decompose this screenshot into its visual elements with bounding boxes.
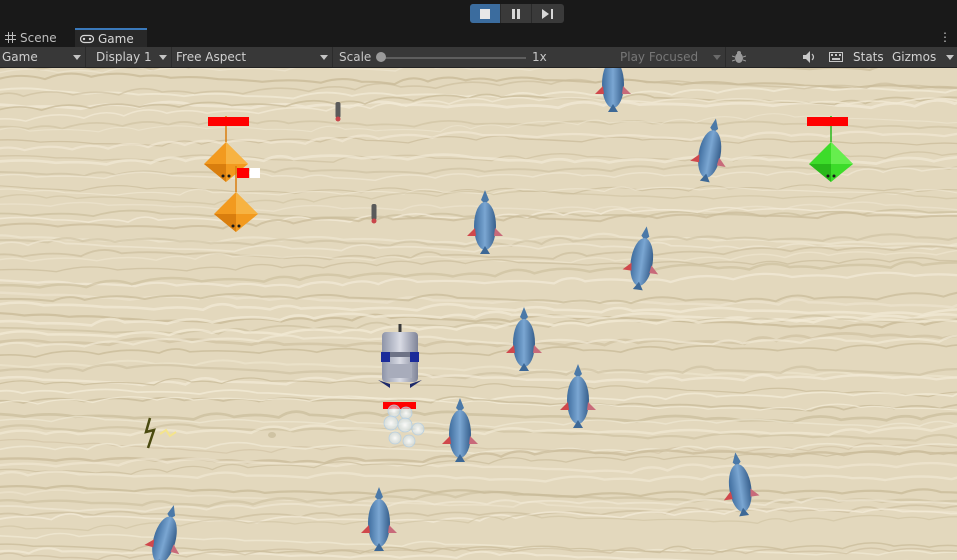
scale-slider-track[interactable] <box>380 57 526 59</box>
bug-icon <box>732 51 746 63</box>
scale-slider-handle[interactable] <box>376 52 386 62</box>
missile-projectile <box>371 204 377 224</box>
play-controls-bar <box>0 0 957 28</box>
speaker-icon <box>803 51 815 63</box>
game-view-toolbar: Game Display 1 Free Aspect Scale 1x Play… <box>0 47 957 68</box>
display-dropdown[interactable]: Display 1 <box>94 47 172 67</box>
step-icon <box>541 8 553 19</box>
chevron-down-icon <box>713 55 721 60</box>
missile-projectile <box>335 102 341 122</box>
mute-audio-button[interactable] <box>800 47 820 67</box>
chevron-down-icon <box>320 55 328 60</box>
step-button[interactable] <box>532 4 563 23</box>
view-mode-value: Game <box>2 50 38 64</box>
editor-tab-bar: Scene Game <box>0 28 957 47</box>
play-button-group <box>470 4 564 23</box>
chevron-down-icon <box>159 55 167 60</box>
enemy-marker <box>250 168 260 178</box>
grid-icon <box>5 32 16 43</box>
gizmos-button[interactable]: Gizmos <box>892 50 936 64</box>
chevron-down-icon <box>946 55 954 60</box>
tab-scene[interactable]: Scene <box>0 28 74 47</box>
gamepad-icon <box>80 34 94 44</box>
play-mode-value: Play Focused <box>620 50 699 64</box>
stop-button[interactable] <box>470 4 501 23</box>
display-value: Display 1 <box>96 50 152 64</box>
scale-label: Scale <box>339 50 372 64</box>
sand-shell <box>268 432 276 438</box>
enemy-health-bar <box>208 117 249 126</box>
tab-game[interactable]: Game <box>75 28 147 47</box>
play-mode-dropdown[interactable]: Play Focused <box>618 47 726 67</box>
aspect-value: Free Aspect <box>176 50 247 64</box>
view-mode-dropdown[interactable]: Game <box>0 47 86 67</box>
keyboard-icon <box>829 52 843 62</box>
pause-icon <box>512 8 520 19</box>
more-options-icon[interactable]: ⋮ <box>939 30 951 44</box>
player-submarine <box>378 324 422 388</box>
stats-button[interactable]: Stats <box>853 50 884 64</box>
keyboard-shortcuts-button[interactable] <box>826 47 846 67</box>
game-scene <box>0 68 957 560</box>
tab-scene-label: Scene <box>20 30 57 45</box>
pause-button[interactable] <box>501 4 532 23</box>
tab-game-label: Game <box>98 31 134 46</box>
debug-bug-button[interactable] <box>729 47 749 67</box>
aspect-dropdown[interactable]: Free Aspect <box>174 47 333 67</box>
scale-value: 1x <box>532 50 547 64</box>
gizmos-dropdown[interactable] <box>940 47 957 67</box>
enemy-marker <box>237 168 249 178</box>
enemy-health-bar <box>807 117 848 126</box>
game-viewport[interactable] <box>0 68 957 560</box>
stop-icon <box>480 8 490 19</box>
chevron-down-icon <box>73 55 81 60</box>
